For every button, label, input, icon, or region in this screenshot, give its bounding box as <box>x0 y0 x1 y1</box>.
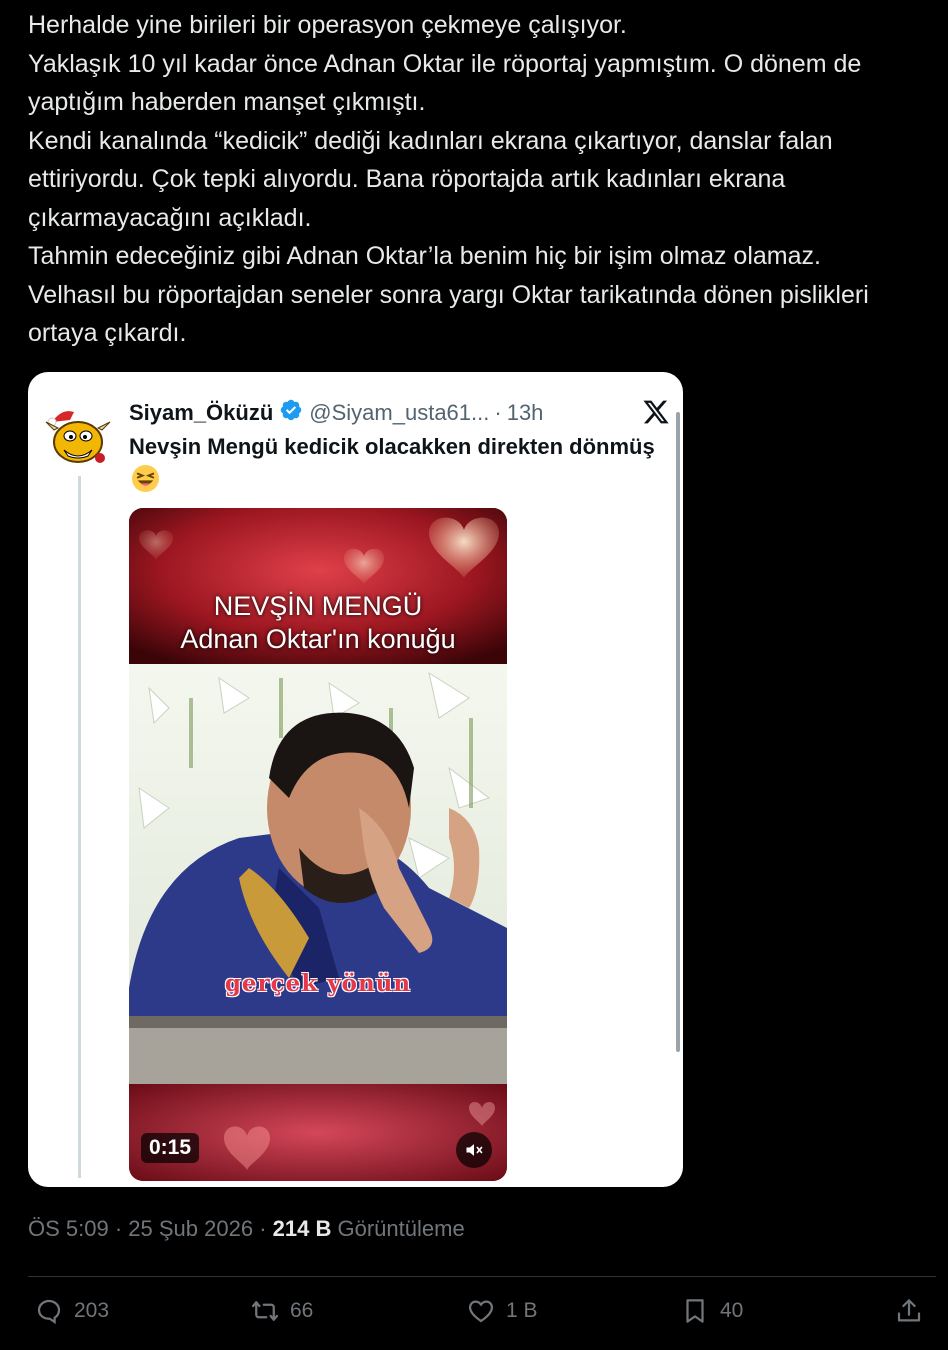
quote-header: Siyam_Öküzü @Siyam_usta61... · 13h <box>129 398 543 428</box>
video-title-overlay: NEVŞİN MENGÜ Adnan Oktar'ın konuğu <box>129 590 507 656</box>
bookmark-count: 40 <box>720 1299 744 1322</box>
verified-badge-icon <box>273 398 309 428</box>
tweet-line: Kendi kanalında “kedicik” dediği kadınla… <box>28 126 833 232</box>
mute-icon <box>466 1144 483 1156</box>
tweet-line: Tahmin edeceğiniz gibi Adnan Oktar’la be… <box>28 242 821 270</box>
bookmark-icon <box>686 1299 704 1323</box>
tweet-meta: ÖS 5:09 · 25 Şub 2026 · 214 B Görüntülem… <box>28 1216 465 1242</box>
repost-icon <box>252 1301 278 1321</box>
video-title-line2: Adnan Oktar'ın konuğu <box>180 624 456 654</box>
view-label: Görüntüleme <box>337 1216 465 1241</box>
video-duration: 0:15 <box>141 1133 200 1163</box>
video-title-line1: NEVŞİN MENGÜ <box>213 591 423 621</box>
reply-button[interactable]: 203 <box>34 1296 109 1326</box>
tweet-time[interactable]: ÖS 5:09 <box>28 1216 109 1241</box>
share-button[interactable] <box>894 1296 934 1326</box>
like-count: 1 B <box>506 1299 538 1322</box>
quote-timestamp[interactable]: 13h <box>507 400 544 426</box>
repost-count: 66 <box>290 1299 314 1322</box>
separator-dot: · <box>494 400 502 425</box>
tweet-line: Yaklaşık 10 yıl kadar önce Adnan Oktar i… <box>28 49 862 117</box>
quote-text: Nevşin Mengü kedicik olacakken direkten … <box>129 430 669 496</box>
divider <box>28 1276 936 1277</box>
x-logo-icon <box>642 398 670 426</box>
tweet-date[interactable]: 25 Şub 2026 <box>128 1216 253 1241</box>
repost-button[interactable]: 66 <box>250 1296 313 1326</box>
tweet-text: Herhalde yine birileri bir operasyon çek… <box>28 6 938 353</box>
video-caption: gerçek yönün <box>224 970 412 997</box>
video-player[interactable]: NEVŞİN MENGÜ Adnan Oktar'ın konuğu gerçe… <box>129 508 507 1181</box>
scrollbar[interactable] <box>676 412 680 1052</box>
avatar[interactable] <box>40 400 116 476</box>
quote-author-name[interactable]: Siyam_Öküzü <box>129 400 273 426</box>
tweet-line: Velhasıl bu röportajdan seneler sonra ya… <box>28 280 869 348</box>
thread-line <box>78 456 81 1178</box>
quote-author-handle[interactable]: @Siyam_usta61... <box>309 400 489 426</box>
bookmark-button[interactable]: 40 <box>680 1296 743 1326</box>
view-count: 214 B <box>272 1216 332 1241</box>
like-icon <box>468 1300 494 1323</box>
quoted-tweet-card[interactable]: Siyam_Öküzü @Siyam_usta61... · 13h Nevşi… <box>28 372 683 1187</box>
reply-count: 203 <box>74 1299 110 1322</box>
separator-dot: · <box>114 1216 123 1241</box>
laughing-emoji-icon <box>131 464 160 493</box>
tweet-line: Herhalde yine birileri bir operasyon çek… <box>28 11 627 39</box>
action-bar: 203 66 1 B 40 <box>0 1296 948 1336</box>
mute-button[interactable] <box>456 1132 492 1168</box>
separator-dot: · <box>259 1216 267 1241</box>
quote-text-content: Nevşin Mengü kedicik olacakken direkten … <box>129 434 655 459</box>
reply-icon <box>37 1299 61 1325</box>
share-icon <box>897 1299 921 1322</box>
like-button[interactable]: 1 B <box>466 1296 538 1326</box>
